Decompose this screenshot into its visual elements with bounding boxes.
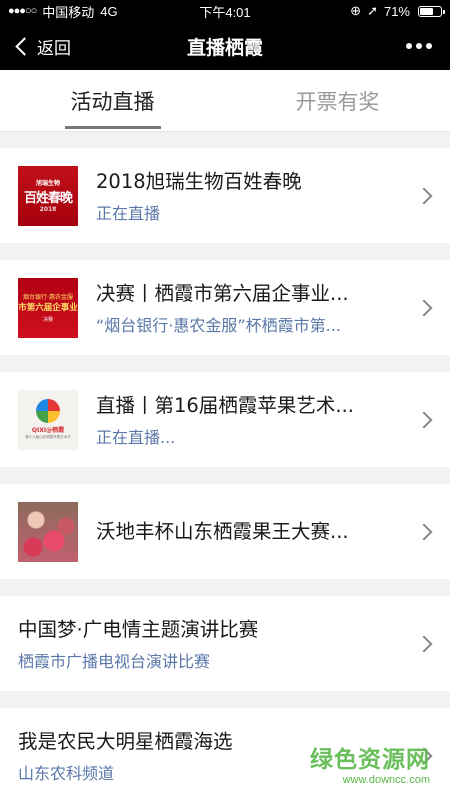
item-subtitle: 栖霞市广播电视台演讲比赛 (18, 651, 211, 671)
thumb-text: 市第六届企事业 (18, 303, 78, 313)
thumb-text: QIXI@栖霞 (31, 427, 65, 434)
list-item[interactable]: 沃地丰杯山东栖霞果王大赛... (0, 484, 450, 579)
rotation-lock-icon: ⊕ (350, 3, 362, 18)
tab-bar: 活动直播 开票有奖 (0, 70, 450, 132)
thumb-text: 百姓春晚 (23, 191, 73, 206)
thumb-text: 旭瑞生物 (35, 180, 60, 187)
dot-2 (416, 43, 422, 49)
item-title: 决赛丨栖霞市第六届企事业... (96, 281, 349, 305)
item-title: 2018旭瑞生物百姓春晚 (96, 169, 302, 193)
item-thumbnail: QIXI@栖霞 第十六届山东栖霞苹果艺术节 (18, 389, 78, 450)
back-label: 返回 (37, 38, 71, 58)
festival-logo-icon (36, 399, 60, 423)
battery-level (420, 7, 433, 15)
list-item[interactable]: QIXI@栖霞 第十六届山东栖霞苹果艺术节 直播丨第16届栖霞苹果艺术... 正… (0, 372, 450, 467)
item-thumbnail (18, 501, 78, 562)
more-dots-icon[interactable] (406, 43, 438, 49)
dot-1 (406, 43, 412, 49)
signal-strength-icon: ●●●○○ (8, 5, 37, 17)
tab-live-events[interactable]: 活动直播 (0, 70, 225, 131)
thumb-text: 第十六届山东栖霞苹果艺术节 (25, 435, 71, 439)
list-item[interactable]: 烟台银行·惠农金服 市第六届企事业 决赛 决赛丨栖霞市第六届企事业... “烟台… (0, 260, 450, 355)
location-arrow-icon: ➚ (367, 3, 378, 18)
thumb-text: 2018 (39, 206, 57, 213)
site-watermark: 绿色资源网 www.downcc.com (310, 740, 430, 786)
item-title: 沃地丰杯山东栖霞果王大赛... (96, 519, 349, 543)
dot-3 (426, 43, 432, 49)
item-title: 中国梦·广电情主题演讲比赛 (18, 617, 259, 641)
item-thumbnail: 旭瑞生物 百姓春晚 2018 (18, 165, 78, 226)
thumb-text: 烟台银行·惠农金服 (23, 294, 73, 301)
tab-invoice-prize[interactable]: 开票有奖 (225, 70, 450, 131)
item-title: 直播丨第16届栖霞苹果艺术... (96, 393, 354, 417)
list-item[interactable]: 旭瑞生物 百姓春晚 2018 2018旭瑞生物百姓春晚 正在直播 (0, 148, 450, 243)
carrier-name: 中国移动 (42, 4, 95, 20)
status-time: 下午4:01 (199, 4, 251, 20)
watermark-url: www.downcc.com (342, 774, 430, 786)
battery-percent: 71% (383, 3, 410, 19)
page-title: 直播栖霞 (186, 36, 264, 59)
item-subtitle: 正在直播 (96, 203, 161, 223)
thumb-text: 决赛 (42, 317, 53, 323)
status-bar: ●●●○○ 中国移动 4G 下午4:01 ⊕ ➚ 71% (0, 0, 450, 22)
list-item[interactable]: 中国梦·广电情主题演讲比赛 栖霞市广播电视台演讲比赛 (0, 596, 450, 691)
item-subtitle: “烟台银行·惠农金服”杯栖霞市第... (96, 315, 341, 335)
back-button[interactable]: 返回 (12, 34, 71, 59)
battery-icon (418, 5, 445, 17)
watermark-title: 绿色资源网 (310, 747, 430, 773)
nav-bar: 返回 直播栖霞 (0, 22, 450, 70)
item-subtitle: 正在直播... (96, 427, 176, 447)
live-list: 旭瑞生物 百姓春晚 2018 2018旭瑞生物百姓春晚 正在直播 烟台银行·惠农… (0, 132, 450, 800)
chevron-left-icon (15, 36, 34, 56)
network-type: 4G (100, 3, 118, 19)
item-thumbnail: 烟台银行·惠农金服 市第六届企事业 决赛 (18, 277, 78, 338)
